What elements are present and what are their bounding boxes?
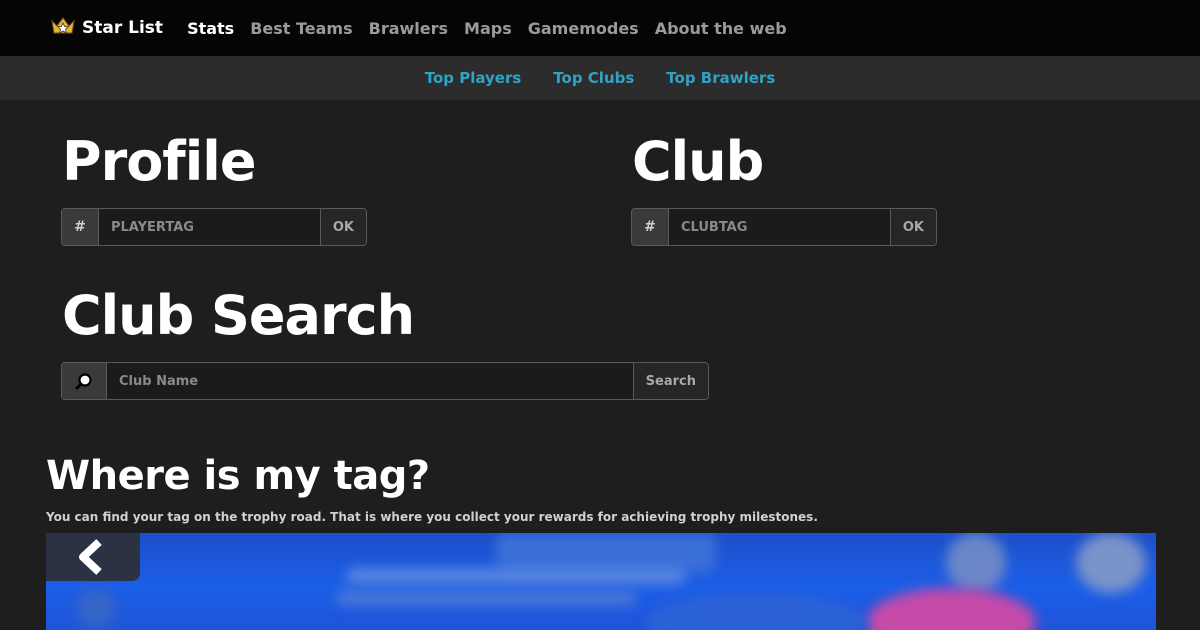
nav-item-maps[interactable]: Maps (464, 19, 512, 38)
hash-prefix: # (632, 209, 669, 245)
profile-title: Profile (62, 130, 256, 193)
hash-prefix: # (62, 209, 99, 245)
brand-name: Star List (82, 18, 164, 38)
sub-navbar: Top Players Top Clubs Top Brawlers (0, 56, 1200, 100)
top-navbar: Star List Stats Best Teams Brawlers Maps… (0, 0, 1200, 56)
profile-search-field: # OK (61, 208, 367, 246)
club-name-search-field: Search (61, 362, 709, 400)
clubtag-input[interactable] (669, 209, 890, 245)
subnav-top-clubs[interactable]: Top Clubs (553, 69, 634, 87)
tag-help-title: Where is my tag? (46, 453, 430, 499)
nav-item-best-teams[interactable]: Best Teams (250, 19, 352, 38)
club-search-field: # OK (631, 208, 937, 246)
subnav-top-brawlers[interactable]: Top Brawlers (666, 69, 775, 87)
playertag-input[interactable] (99, 209, 320, 245)
subnav-top-players[interactable]: Top Players (425, 69, 522, 87)
search-icon (62, 363, 107, 399)
star-crown-icon (50, 15, 76, 41)
brand-link[interactable]: Star List (50, 15, 163, 41)
nav-item-stats[interactable]: Stats (187, 19, 234, 38)
nav-item-gamemodes[interactable]: Gamemodes (528, 19, 639, 38)
tag-help-text: You can find your tag on the trophy road… (46, 510, 818, 524)
club-search-button[interactable]: Search (632, 363, 708, 399)
profile-ok-button[interactable]: OK (319, 209, 366, 245)
club-name-input[interactable] (107, 363, 633, 399)
nav-item-brawlers[interactable]: Brawlers (369, 19, 448, 38)
nav-item-about[interactable]: About the web (655, 19, 787, 38)
back-arrow-icon (46, 533, 140, 581)
club-search-title: Club Search (62, 284, 415, 347)
club-title: Club (632, 130, 764, 193)
club-ok-button[interactable]: OK (889, 209, 936, 245)
trophy-road-screenshot (46, 533, 1156, 630)
main-nav: Stats Best Teams Brawlers Maps Gamemodes… (187, 19, 803, 38)
